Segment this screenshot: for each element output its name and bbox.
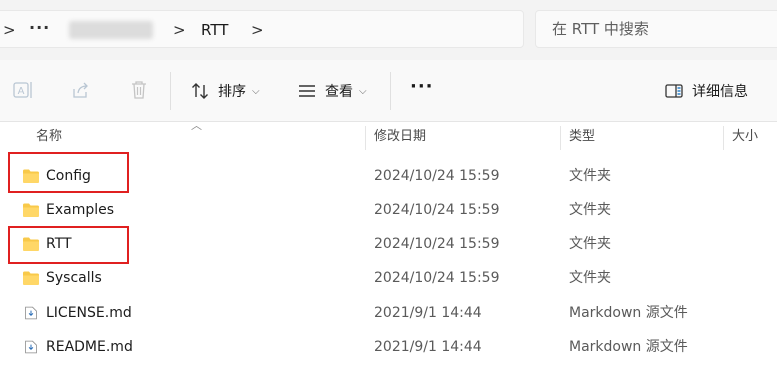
file-date: 2021/9/1 14:44 [374,339,482,355]
file-date: 2021/9/1 14:44 [374,305,482,321]
file-type: 文件夹 [569,236,611,252]
details-label: 详细信息 [692,84,748,100]
column-header-type[interactable]: 类型 [569,122,595,152]
highlight-box-config [8,152,129,193]
breadcrumb-overflow-button[interactable]: ··· [29,11,50,49]
file-date: 2024/10/24 15:59 [374,202,500,218]
column-divider[interactable] [723,126,724,150]
column-header-name[interactable]: 名称 [36,122,62,152]
folder-icon [23,271,39,285]
markdown-file-icon [25,306,37,320]
sort-arrows-icon [192,83,208,99]
address-bar-row: > ··· > RTT > [0,0,777,60]
column-header-size[interactable]: 大小 [732,122,758,152]
file-name: Examples [46,202,115,218]
breadcrumb[interactable]: > ··· > RTT > [0,10,524,48]
toolbar-divider [170,72,171,110]
sort-label: 排序 [218,84,246,100]
file-date: 2024/10/24 15:59 [374,270,500,286]
file-date: 2024/10/24 15:59 [374,168,500,184]
svg-text:A: A [18,86,25,97]
breadcrumb-chevron[interactable]: > [3,11,16,49]
markdown-file-icon [25,340,37,354]
file-type: 文件夹 [569,202,611,218]
file-row[interactable]: Syscalls 2024/10/24 15:59 文件夹 [0,261,777,295]
view-label: 查看 [325,84,353,100]
column-divider[interactable] [365,126,366,150]
sort-button[interactable]: 排序 ⌵ [190,74,260,108]
file-type: 文件夹 [569,168,611,184]
file-row[interactable]: LICENSE.md 2021/9/1 14:44 Markdown 源文件 [0,296,777,330]
search-input[interactable] [535,10,777,48]
breadcrumb-chevron[interactable]: > [251,11,264,49]
file-name: LICENSE.md [46,305,132,321]
delete-icon[interactable] [128,79,150,101]
view-lines-icon [299,85,315,97]
rename-icon[interactable]: A [12,79,34,101]
file-name: README.md [46,339,133,355]
file-date: 2024/10/24 15:59 [374,236,500,252]
sort-ascending-indicator-icon: ︿ [191,119,202,132]
toolbar-divider [390,72,391,110]
breadcrumb-chevron[interactable]: > [173,11,186,49]
details-pane-icon [665,84,683,98]
share-icon[interactable] [70,79,92,101]
chevron-down-icon: ⌵ [252,85,260,97]
more-options-button[interactable]: ··· [410,74,434,108]
chevron-down-icon: ⌵ [359,85,367,97]
view-button[interactable]: 查看 ⌵ [297,74,367,108]
file-row[interactable]: Examples 2024/10/24 15:59 文件夹 [0,193,777,227]
column-header-date[interactable]: 修改日期 [374,122,426,152]
file-row[interactable]: README.md 2021/9/1 14:44 Markdown 源文件 [0,330,777,364]
highlight-box-rtt [8,226,129,264]
file-type: Markdown 源文件 [569,305,688,321]
details-pane-button[interactable]: 详细信息 [664,74,748,108]
command-bar: A 排序 ⌵ 查看 ⌵ ··· 详细信息 [0,60,777,122]
file-name: Syscalls [46,270,102,286]
column-divider[interactable] [560,126,561,150]
file-type: Markdown 源文件 [569,339,688,355]
breadcrumb-redacted-segment[interactable] [69,21,153,39]
folder-icon [23,203,39,217]
file-type: 文件夹 [569,270,611,286]
breadcrumb-current-folder[interactable]: RTT [201,11,228,49]
